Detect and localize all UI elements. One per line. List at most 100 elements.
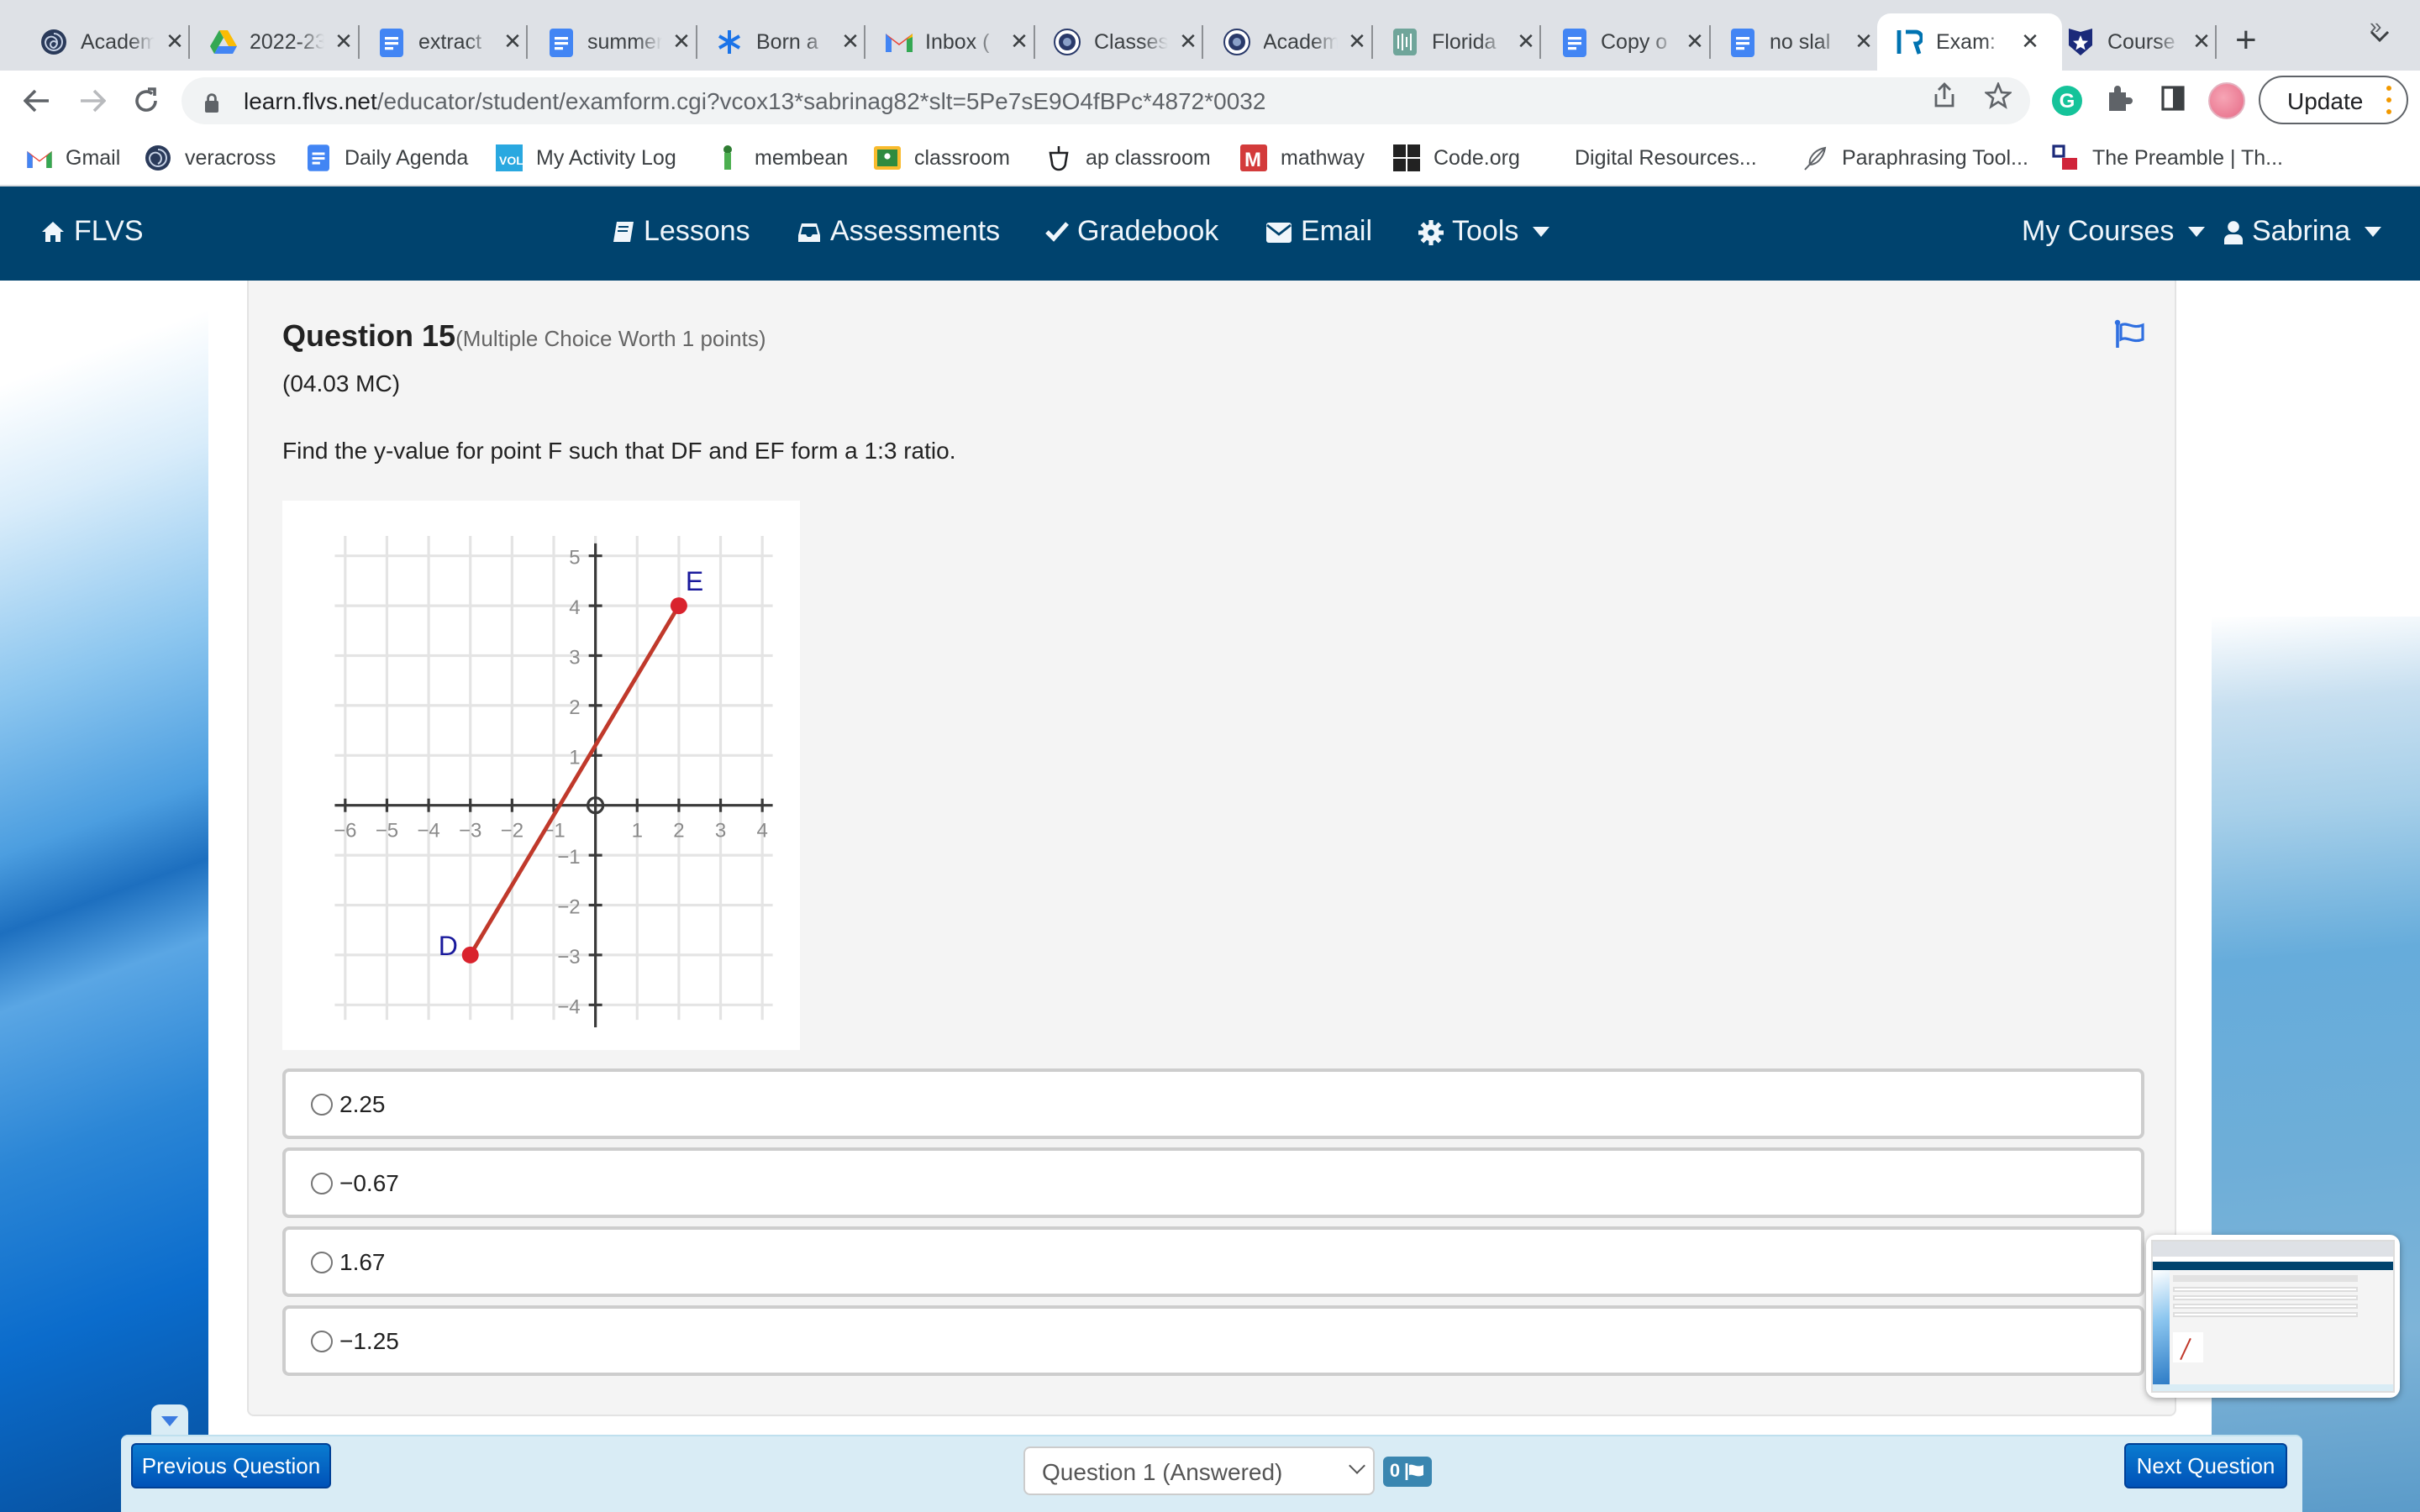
browser-tab[interactable]: Florida ✕ [1373,13,1541,71]
bookmarks-overflow-button[interactable]: » [2370,13,2381,39]
user-icon [2223,219,2244,244]
answer-radio[interactable] [311,1251,333,1273]
browser-tab[interactable]: summer ✕ [529,13,697,71]
browser-tab[interactable]: 2022-23 ✕ [191,13,359,71]
nav-email[interactable]: Email [1265,215,1372,249]
browser-tab[interactable]: Course ✕ [2049,13,2217,71]
nav-my-courses-dropdown[interactable]: My Courses [2022,215,2205,249]
bookmark-label: Daily Agenda [345,146,469,170]
tab-separator [1033,25,1034,59]
bookmark-label: classroom [914,146,1010,170]
browser-tab[interactable]: no slal ✕ [1711,13,1879,71]
google-docs-icon [547,28,574,56]
x-tick-label: −5 [376,820,398,843]
forward-button[interactable] [72,81,113,121]
bookmark-item[interactable]: VOL My Activity Log [496,143,676,173]
flag-question-button[interactable] [2112,318,2149,351]
nav-lessons[interactable]: Lessons [612,215,750,249]
browser-tab-title: extract [418,30,482,54]
address-bar[interactable]: learn.flvs.net/educator/student/examform… [182,77,2030,124]
question-select[interactable]: Question 1 (Answered) [1023,1446,1375,1495]
close-tab-icon[interactable]: ✕ [2190,29,2213,55]
bookmark-item[interactable]: Mmathway [1240,143,1365,173]
nav-home-flvs[interactable]: FLVS [40,215,144,249]
gmail-icon [25,144,52,171]
arrow-left-icon [24,89,49,113]
answer-radio[interactable] [311,1093,333,1115]
screenshot-preview-thumbnail[interactable] [2146,1235,2400,1398]
close-tab-icon[interactable]: ✕ [332,29,355,55]
grammarly-extension[interactable]: G [2052,86,2082,116]
google-drive-icon [209,29,236,55]
home-icon [40,220,66,244]
browser-tab[interactable]: Academ ✕ [1204,13,1372,71]
browser-tab[interactable]: Inbox (✕ [866,13,1034,71]
side-panel-button[interactable] [2161,86,2185,116]
close-tab-icon[interactable]: ✕ [1345,29,1369,55]
close-tab-icon[interactable]: ✕ [163,29,187,55]
close-tab-icon[interactable]: ✕ [501,29,524,55]
bookmark-item[interactable]: veracross [145,143,276,173]
browser-tab[interactable]: Academ ✕ [22,13,190,71]
new-tab-button[interactable]: + [2235,19,2257,60]
close-tab-icon[interactable]: ✕ [1683,29,1707,55]
answer-option[interactable]: −1.25 [282,1305,2144,1376]
tab-separator [1202,25,1203,59]
answer-radio[interactable] [311,1172,333,1194]
flagged-count-badge[interactable]: 0 [1383,1457,1432,1487]
browser-tab[interactable]: Born a ✕ [697,13,865,71]
update-button[interactable]: Update [2259,76,2408,124]
vol-icon: VOL [496,144,523,171]
close-tab-icon[interactable]: ✕ [839,29,862,55]
tab-separator [188,25,190,59]
share-button[interactable] [1933,82,1956,114]
bookmark-item[interactable]: The Preamble | Th... [2052,143,2283,173]
question-code: (04.03 MC) [282,370,401,396]
bookmark-item[interactable]: Gmail [25,143,120,173]
close-tab-icon[interactable]: ✕ [2018,29,2042,55]
membean-icon [714,144,741,171]
school-seal-icon [1054,29,1081,55]
previous-question-button[interactable]: Previous Question [131,1443,331,1488]
browser-tab[interactable]: Copy o ✕ [1542,13,1710,71]
next-question-button[interactable]: Next Question [2124,1443,2287,1488]
answer-option[interactable]: −0.67 [282,1147,2144,1218]
answer-option[interactable]: 2.25 [282,1068,2144,1139]
nav-gradebook[interactable]: Gradebook [1045,215,1218,249]
bookmark-star-button[interactable] [1983,81,2013,114]
answer-option-label: −0.67 [339,1169,399,1196]
bookmark-item[interactable]: membean [714,143,848,173]
bookmark-item[interactable]: Digital Resources... [1575,143,1757,173]
collapse-footer-button[interactable] [151,1404,188,1438]
close-tab-icon[interactable]: ✕ [670,29,693,55]
browser-tab-title: Born a [756,30,818,54]
nav-user-label: Sabrina [2252,215,2351,247]
bookmark-item[interactable]: ap classroom [1045,143,1211,173]
bookmark-item[interactable]: Paraphrasing Tool... [1802,143,2028,173]
nav-tools-dropdown[interactable]: Tools [1418,215,1549,249]
background-decoration-left [0,281,208,1512]
nav-assessments[interactable]: Assessments [797,215,1000,249]
url-text[interactable]: learn.flvs.net/educator/student/examform… [244,87,1265,114]
close-tab-icon[interactable]: ✕ [1852,29,1876,55]
bookmark-item[interactable]: Code.org [1393,143,1520,173]
close-tab-icon[interactable]: ✕ [1176,29,1200,55]
close-tab-icon[interactable]: ✕ [1514,29,1538,55]
back-button[interactable] [17,81,57,121]
answer-option[interactable]: 1.67 [282,1226,2144,1297]
extensions-button[interactable] [2106,84,2133,118]
nav-email-label: Email [1301,215,1373,247]
x-tick-label: −3 [459,820,481,843]
bookmark-item[interactable]: Daily Agenda [304,143,468,173]
reload-button[interactable] [126,81,166,121]
profile-avatar[interactable] [2208,82,2245,119]
browser-tab[interactable]: Exam: ✕ [1877,13,2062,71]
nav-user-dropdown[interactable]: Sabrina [2223,215,2381,249]
bookmark-item[interactable]: classroom [874,143,1010,173]
x-tick-label: 1 [632,820,643,843]
browser-tab[interactable]: extract ✕ [360,13,528,71]
close-tab-icon[interactable]: ✕ [1007,29,1031,55]
browser-tab[interactable]: Classes ✕ [1035,13,1203,71]
question-prompt: Find the y-value for point F such that D… [282,437,956,464]
answer-radio[interactable] [311,1330,333,1352]
